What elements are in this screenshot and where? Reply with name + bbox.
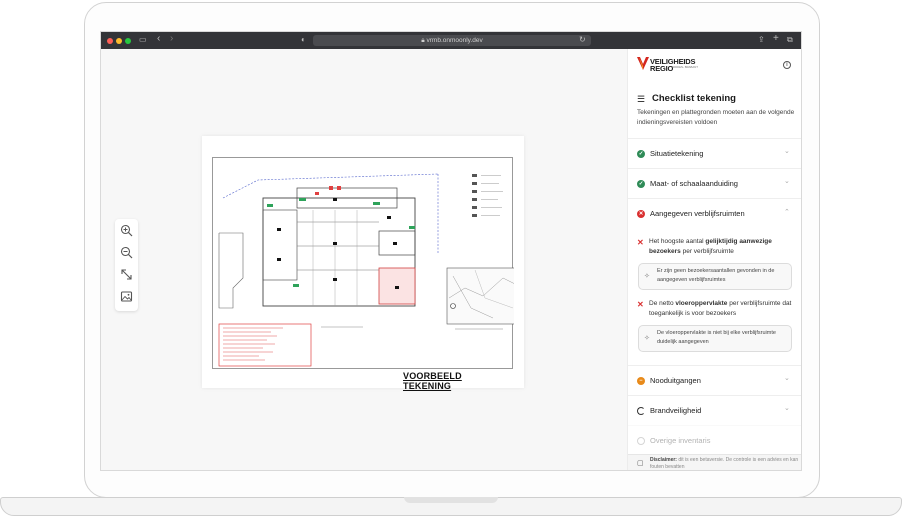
section-label: Maat- of schaalaanduiding — [650, 179, 738, 188]
disclaimer-bar: ▢ Disclaimer: dit is een betaversie. De … — [628, 454, 801, 470]
sidebar-toggle-icon[interactable]: ▭ — [139, 35, 147, 45]
chevron-down-icon: ⌄ — [784, 178, 790, 185]
requirement-visitors: Het hoogste aantal gelijktijdig aanwezig… — [649, 237, 797, 257]
section-maat-schaalaanduiding[interactable]: ✓ Maat- of schaalaanduiding ⌄ — [628, 168, 801, 198]
check-icon: ✓ — [637, 150, 645, 158]
screen: ▭ ‹ › ◐ 🔒︎ vrmb.onmoonly.dev ↻ ⇪ + ⧉ VOO… — [100, 31, 802, 471]
reload-icon[interactable]: ↻ — [579, 35, 586, 45]
section-label: Nooduitgangen — [650, 376, 701, 385]
floor-plan-drawing: VOORBEELD TEKENING — [212, 157, 514, 391]
pending-icon — [637, 437, 645, 445]
section-overige-inventaris[interactable]: Overige inventaris — [628, 425, 801, 455]
image-icon[interactable] — [119, 289, 134, 304]
error-icon: ✕ — [637, 210, 645, 218]
close-window-button[interactable] — [107, 37, 113, 44]
tab-overview-icon[interactable]: ⧉ — [787, 35, 793, 45]
zoom-out-icon[interactable] — [119, 245, 134, 260]
logo-subtext: MIDDEN- BRABANT — [672, 65, 698, 69]
back-button[interactable]: ‹ — [157, 34, 160, 44]
disclaimer-text: Disclaimer: dit is een betaversie. De co… — [650, 457, 800, 470]
chevron-up-icon: ⌃ — [784, 209, 790, 216]
requirement-emphasis: vloeroppervlakte — [675, 300, 728, 307]
checklist-panel: VEILIGHEIDS REGIO MIDDEN- BRABANT i ☰ Ch… — [627, 49, 801, 470]
ai-feedback-text: Er zijn geen bezoekersaantallen gevonden… — [657, 268, 775, 283]
check-icon: ✓ — [637, 180, 645, 188]
share-icon[interactable]: ⇪ — [758, 35, 765, 45]
minimize-window-button[interactable] — [116, 37, 122, 44]
new-tab-icon[interactable]: + — [773, 34, 779, 44]
ai-feedback-box: ✧ Er zijn geen bezoekersaantallen gevond… — [638, 263, 792, 290]
floor-plan-svg — [218, 173, 514, 367]
requirement-text: per verblijfsruimte — [680, 248, 734, 255]
ai-feedback-box: ✧ De vloeroppervlakte is niet bij elke v… — [638, 325, 792, 352]
example-drawing-title: VOORBEELD TEKENING — [403, 371, 462, 391]
drawing-viewer: VOORBEELD TEKENING — [101, 49, 626, 470]
section-label: Overige inventaris — [650, 436, 711, 445]
sparkle-icon: ✧ — [644, 273, 650, 280]
section-nooduitgangen[interactable]: − Nooduitgangen ⌄ — [628, 365, 801, 395]
checklist-icon: ☰ — [637, 94, 646, 104]
shield-icon[interactable]: ◐ — [301, 35, 306, 45]
panel-subtitle: Tekeningen en plattegronden moeten aan d… — [637, 109, 795, 126]
section-situatietekening[interactable]: ✓ Situatietekening ⌄ — [628, 138, 801, 168]
drawing-page: VOORBEELD TEKENING — [202, 136, 524, 391]
warning-icon: − — [637, 377, 645, 385]
section-verblijfsruimten[interactable]: ✕ Aangegeven verblijfsruimten ⌃ — [628, 198, 801, 228]
chat-icon: ▢ — [637, 460, 644, 467]
requirement-text: Het hoogste aantal — [649, 238, 706, 245]
info-icon[interactable]: i — [783, 61, 791, 69]
requirement-floor-area: De netto vloeroppervlakte per verblijfsr… — [649, 299, 797, 319]
chevron-down-icon: ⌄ — [784, 148, 790, 155]
laptop-notch — [404, 497, 498, 503]
disclaimer-label: Disclaimer: — [650, 457, 677, 463]
chevron-down-icon: ⌄ — [784, 405, 790, 412]
section-label: Brandveiligheid — [650, 406, 702, 415]
maximize-window-button[interactable] — [125, 37, 131, 44]
loading-spinner-icon — [637, 407, 645, 415]
chevron-down-icon: ⌄ — [784, 375, 790, 382]
fail-icon: ✕ — [637, 238, 644, 247]
zoom-toolbar — [115, 219, 138, 311]
requirement-text: De netto — [649, 300, 676, 307]
ai-feedback-text: De vloeroppervlakte is niet bij elke ver… — [657, 330, 776, 345]
fail-icon: ✕ — [637, 300, 644, 309]
zoom-in-icon[interactable] — [119, 223, 134, 238]
section-brandveiligheid[interactable]: Brandveiligheid ⌄ — [628, 395, 801, 425]
fit-screen-icon[interactable] — [119, 267, 134, 282]
address-bar[interactable]: 🔒︎ vrmb.onmoonly.dev — [313, 35, 591, 46]
browser-toolbar: ▭ ‹ › ◐ 🔒︎ vrmb.onmoonly.dev ↻ ⇪ + ⧉ — [101, 32, 801, 49]
forward-button[interactable]: › — [170, 34, 173, 44]
url-text: vrmb.onmoonly.dev — [426, 37, 483, 44]
panel-title: Checklist tekening — [652, 93, 736, 104]
logo-mark-icon — [637, 57, 649, 70]
section-label: Situatietekening — [650, 149, 704, 158]
sparkle-icon: ✧ — [644, 335, 650, 342]
section-label: Aangegeven verblijfsruimten — [650, 209, 745, 218]
